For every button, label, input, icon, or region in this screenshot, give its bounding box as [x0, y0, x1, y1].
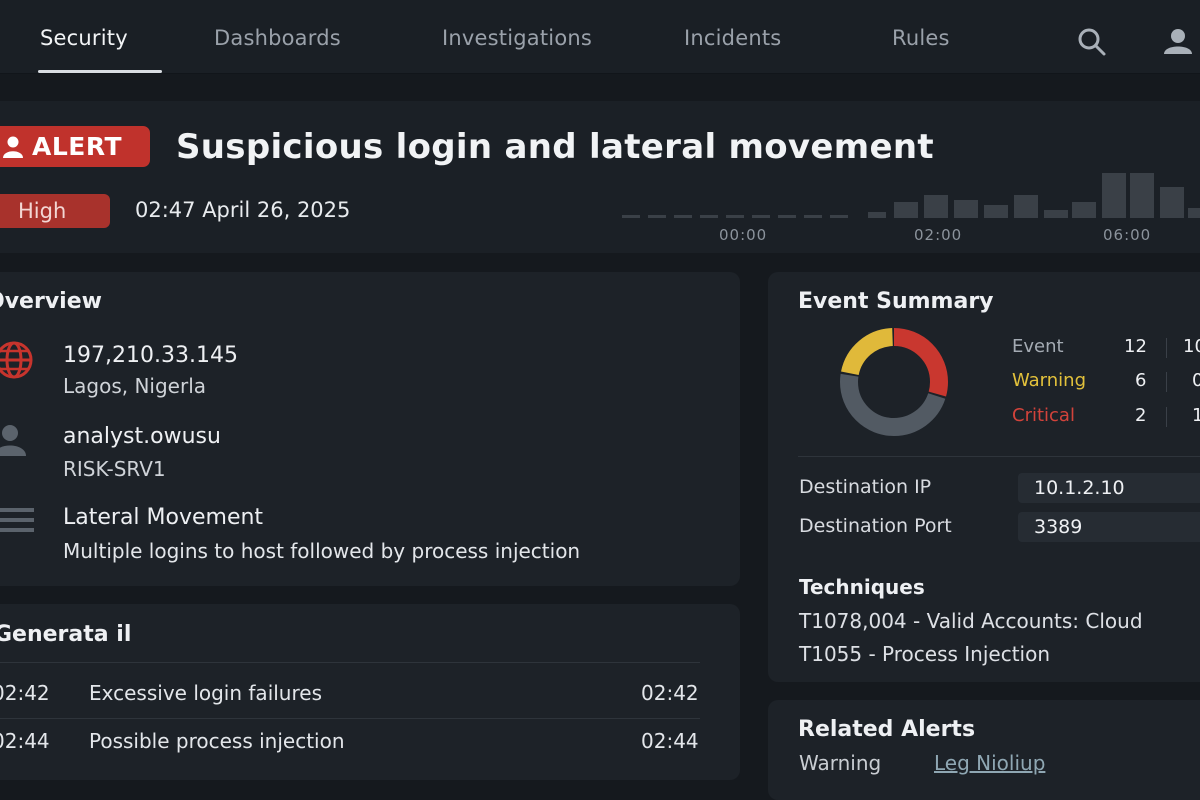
- stat-label-critical: Critical: [1012, 405, 1075, 426]
- alert-badge-label: ALERT: [32, 132, 123, 161]
- row-start-time: 02:44: [0, 729, 50, 753]
- destination-ip-label: Destination IP: [799, 476, 932, 498]
- user-alert-icon: [3, 136, 23, 158]
- search-icon[interactable]: [1076, 26, 1108, 58]
- tab-incidents[interactable]: Incidents: [684, 26, 781, 50]
- event-summary-title: Event Summary: [798, 289, 994, 314]
- source-location: Lagos, Nigerla: [63, 374, 207, 398]
- generated-title: Generata il: [0, 622, 132, 647]
- related-alert-status: Warning: [799, 751, 882, 775]
- stat-extra-critical: 1: [1192, 405, 1200, 426]
- row-end-time: 02:44: [641, 729, 699, 753]
- row-start-time: 02:42: [0, 681, 50, 705]
- stat-extra-event: 10: [1183, 336, 1200, 357]
- source-ip: 197,210.33.145: [63, 343, 238, 368]
- technique-item[interactable]: T1055 - Process Injection: [799, 642, 1050, 666]
- related-alert-link[interactable]: Leg Nioliup: [934, 751, 1045, 775]
- severity-badge: High: [0, 194, 110, 228]
- destination-port-label: Destination Port: [799, 515, 952, 537]
- overview-title: Overview: [0, 289, 102, 314]
- user-icon[interactable]: [1162, 26, 1200, 58]
- tab-investigations[interactable]: Investigations: [442, 26, 592, 50]
- stat-label-warning: Warning: [1012, 370, 1087, 391]
- sparkline-tick: 02:00: [914, 226, 963, 244]
- divider: [1166, 407, 1167, 427]
- table-row[interactable]: 02:42 Excessive login failures 02:42: [0, 671, 740, 715]
- table-row[interactable]: 02:44 Possible process injection 02:44: [0, 719, 740, 763]
- tab-dashboards[interactable]: Dashboards: [214, 26, 341, 50]
- related-alerts-card: [768, 700, 1200, 800]
- top-nav: Security Dashboards Investigations Incid…: [0, 0, 1200, 74]
- techniques-title: Techniques: [799, 575, 925, 599]
- destination-port-value[interactable]: 3389: [1018, 512, 1200, 542]
- row-end-time: 02:42: [641, 681, 699, 705]
- divider: [1166, 372, 1167, 392]
- related-alerts-title: Related Alerts: [798, 717, 976, 742]
- active-tab-indicator: [38, 70, 162, 73]
- stat-count-warning: 6: [1135, 370, 1147, 391]
- divider: [0, 662, 700, 663]
- list-icon: [0, 508, 34, 532]
- technique-item[interactable]: T1078,004 - Valid Accounts: Cloud: [799, 609, 1143, 633]
- technique-title: Lateral Movement: [63, 505, 264, 530]
- stat-count-event: 12: [1124, 336, 1147, 357]
- stat-label-event: Event: [1012, 336, 1064, 357]
- stat-extra-warning: 0: [1192, 370, 1200, 391]
- sparkline-tick: 00:00: [719, 226, 768, 244]
- tab-security[interactable]: Security: [40, 26, 128, 50]
- sparkline-tick: 06:00: [1103, 226, 1152, 244]
- event-donut-chart: [840, 328, 948, 436]
- user-account: analyst.owusu: [63, 424, 221, 449]
- alert-timestamp: 02:47 April 26, 2025: [135, 198, 351, 222]
- stat-count-critical: 2: [1135, 405, 1147, 426]
- tab-rules[interactable]: Rules: [892, 26, 950, 50]
- technique-description: Multiple logins to host followed by proc…: [63, 539, 581, 563]
- alert-badge: ALERT: [0, 126, 150, 167]
- user-icon: [0, 425, 26, 456]
- host-name: RISK-SRV1: [63, 457, 166, 481]
- row-description: Excessive login failures: [89, 681, 322, 705]
- divider: [798, 456, 1200, 457]
- globe-icon: [0, 341, 33, 379]
- activity-sparkline: [622, 173, 1200, 218]
- divider: [1166, 338, 1167, 358]
- row-description: Possible process injection: [89, 729, 345, 753]
- destination-ip-value[interactable]: 10.1.2.10: [1018, 473, 1200, 503]
